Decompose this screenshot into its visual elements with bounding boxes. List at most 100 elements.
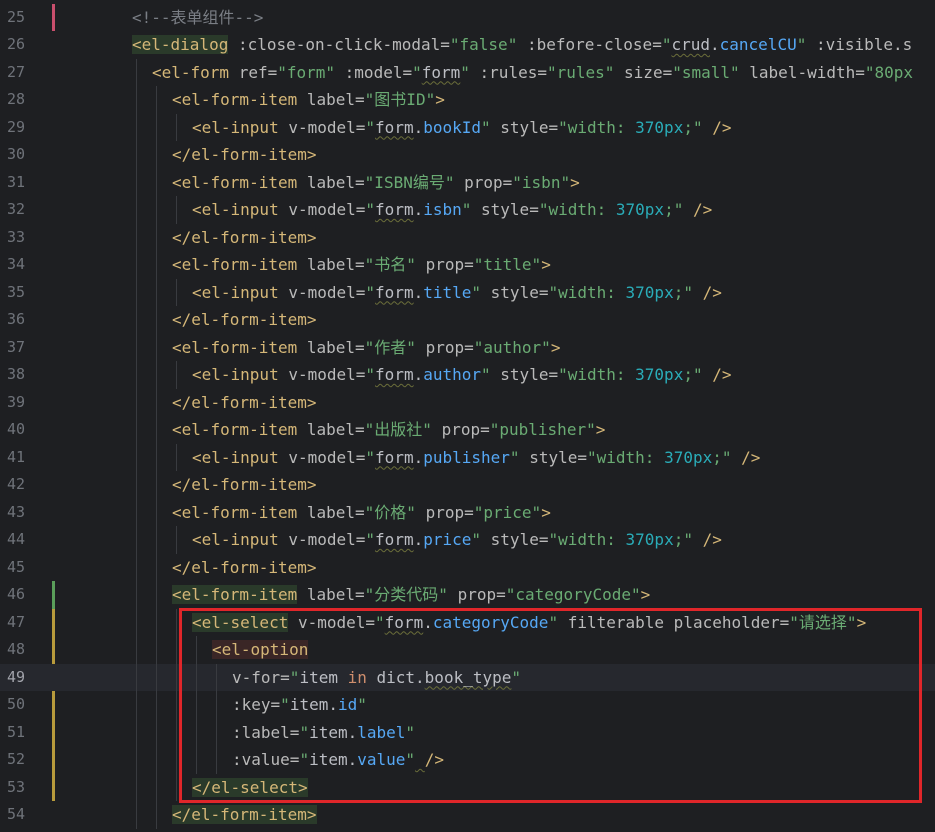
code-line[interactable]: 27 <el-form ref="form" :model="form" :rul… <box>0 58 935 87</box>
code-text[interactable]: </el-form-item> <box>172 224 317 252</box>
code-token: style= <box>490 117 559 137</box>
code-text[interactable]: <el-input v-model="form.isbn" style="wid… <box>192 196 712 224</box>
code-token: <el-input <box>192 200 279 219</box>
code-token: prop= <box>415 255 474 274</box>
code-text[interactable]: <el-form-item label="价格" prop="price"> <box>172 499 551 527</box>
code-line[interactable]: 46 <el-form-item label="分类代码" prop="categ… <box>0 581 935 609</box>
code-text[interactable]: </el-form-item> <box>172 801 317 829</box>
code-token: size= <box>614 62 673 82</box>
code-line[interactable]: 33 </el-form-item> <box>0 223 935 252</box>
indent-guide <box>176 773 177 801</box>
line-number: 40 <box>6 420 25 438</box>
code-text[interactable]: </el-form-item> <box>172 471 317 499</box>
code-text[interactable]: <el-form-item label="出版社" prop="publishe… <box>172 416 605 444</box>
code-line[interactable]: 26 <el-dialog :close-on-click-modal="fals… <box>0 31 935 59</box>
code-token: "form" <box>277 62 336 82</box>
indent-guide <box>156 608 157 636</box>
code-line[interactable]: 38 <el-input v-model="form.author" style=… <box>0 361 935 389</box>
code-text[interactable]: <el-input v-model="form.title" style="wi… <box>192 279 722 307</box>
code-token: form <box>421 62 461 82</box>
code-token: style= <box>481 530 549 549</box>
code-line[interactable]: 36 </el-form-item> <box>0 306 935 334</box>
code-token: "author" <box>473 337 551 357</box>
code-line[interactable]: 35 <el-input v-model="form.title" style="… <box>0 278 935 307</box>
code-token: label= <box>297 90 365 109</box>
code-line[interactable]: 31 <el-form-item label="ISBN编号" prop="isb… <box>0 168 935 197</box>
line-number: 32 <box>6 200 25 218</box>
code-line[interactable]: 29 <el-input v-model="form.bookId" style=… <box>0 113 935 142</box>
code-token: " <box>365 365 376 384</box>
code-text[interactable]: <el-form ref="form" :model="form" :rules… <box>152 59 913 87</box>
indent-guide <box>176 278 177 306</box>
indent-guide <box>156 306 157 334</box>
code-token: " <box>460 62 470 82</box>
code-token: <el-input <box>192 447 279 467</box>
indent-guide <box>156 581 157 609</box>
code-token: "title" <box>473 255 542 274</box>
code-token: > <box>570 172 580 192</box>
code-line[interactable]: 37 <el-form-item label="作者" prop="author"… <box>0 333 935 362</box>
code-line[interactable]: 30 </el-form-item> <box>0 141 935 169</box>
code-token: :before-close= <box>517 35 662 54</box>
code-token: isbn <box>423 200 462 219</box>
code-line[interactable]: 39 </el-form-item> <box>0 388 935 417</box>
code-token: . <box>413 282 424 302</box>
code-text[interactable]: <el-input v-model="form.bookId" style="w… <box>192 114 732 142</box>
code-line[interactable]: 44 <el-input v-model="form.price" style="… <box>0 526 935 554</box>
indent-guide <box>156 636 157 664</box>
line-number: 37 <box>6 337 25 356</box>
indent-guide <box>156 196 157 224</box>
code-text[interactable]: <el-input v-model="form.price" style="wi… <box>192 526 722 554</box>
code-line[interactable]: 42 </el-form-item> <box>0 471 935 499</box>
code-text[interactable]: <el-form-item label="图书ID"> <box>172 86 445 114</box>
code-line[interactable]: 54 </el-form-item> <box>0 801 935 829</box>
line-number: 46 <box>6 585 25 603</box>
code-token: . <box>413 200 424 219</box>
code-editor[interactable]: 25 <!--表单组件--> 26 <el-dialog :close-on-clic… <box>0 0 935 832</box>
code-text[interactable]: </el-form-item> <box>172 554 317 582</box>
code-token: :visible.s <box>806 35 913 54</box>
code-token: " <box>461 200 472 219</box>
indent-guide <box>136 168 137 196</box>
code-text[interactable]: <el-form-item label="作者" prop="author"> <box>172 334 560 362</box>
code-token: "width: <box>558 365 636 384</box>
indent-guide <box>156 251 157 279</box>
code-line[interactable]: 41 <el-input v-model="form.publisher" sty… <box>0 443 935 472</box>
code-token: "80px <box>864 62 914 82</box>
code-text[interactable]: </el-form-item> <box>172 141 317 169</box>
code-text[interactable]: <el-form-item label="分类代码" prop="categor… <box>172 581 650 609</box>
code-line[interactable]: 45 </el-form-item> <box>0 553 935 582</box>
code-token: > <box>435 90 445 109</box>
code-text[interactable]: </el-form-item> <box>172 389 317 417</box>
code-line[interactable]: 25 <!--表单组件--> <box>0 4 935 32</box>
indent-guide <box>136 223 137 251</box>
indent-guide <box>136 361 137 389</box>
code-token: <!--表单组件--> <box>132 7 264 27</box>
code-token: style= <box>490 365 559 384</box>
code-text[interactable]: <el-input v-model="form.author" style="w… <box>192 361 732 389</box>
code-text[interactable]: <el-form-item label="书名" prop="title"> <box>172 251 551 279</box>
code-token: :close-on-click-modal= <box>228 35 450 54</box>
code-text[interactable]: </el-form-item> <box>172 306 317 334</box>
code-token: style= <box>481 282 549 302</box>
indent-guide <box>156 86 157 114</box>
code-line[interactable]: 43 <el-form-item label="价格" prop="price"> <box>0 498 935 527</box>
code-token: v-model= <box>278 200 366 219</box>
code-line[interactable]: 34 <el-form-item label="书名" prop="title"> <box>0 251 935 279</box>
indent-guide <box>176 746 177 774</box>
code-line[interactable]: 28 <el-form-item label="图书ID"> <box>0 86 935 114</box>
code-token: " <box>365 447 376 467</box>
code-text[interactable]: <el-dialog :close-on-click-modal="false"… <box>132 31 912 59</box>
indent-guide <box>156 388 157 416</box>
code-token: <el-input <box>192 530 279 549</box>
code-token: <el-form-item <box>172 502 298 522</box>
indent-guide <box>176 663 177 691</box>
indent-guide <box>156 773 157 801</box>
code-line[interactable]: 32 <el-input v-model="form.isbn" style="w… <box>0 196 935 224</box>
code-text[interactable]: <!--表单组件--> <box>132 4 263 32</box>
code-token: <el-form-item <box>172 172 298 192</box>
code-text[interactable]: <el-form-item label="ISBN编号" prop="isbn"… <box>172 169 580 197</box>
code-line[interactable]: 40 <el-form-item label="出版社" prop="publis… <box>0 416 935 444</box>
indent-guide <box>156 553 157 581</box>
code-text[interactable]: <el-input v-model="form.publisher" style… <box>192 444 760 472</box>
